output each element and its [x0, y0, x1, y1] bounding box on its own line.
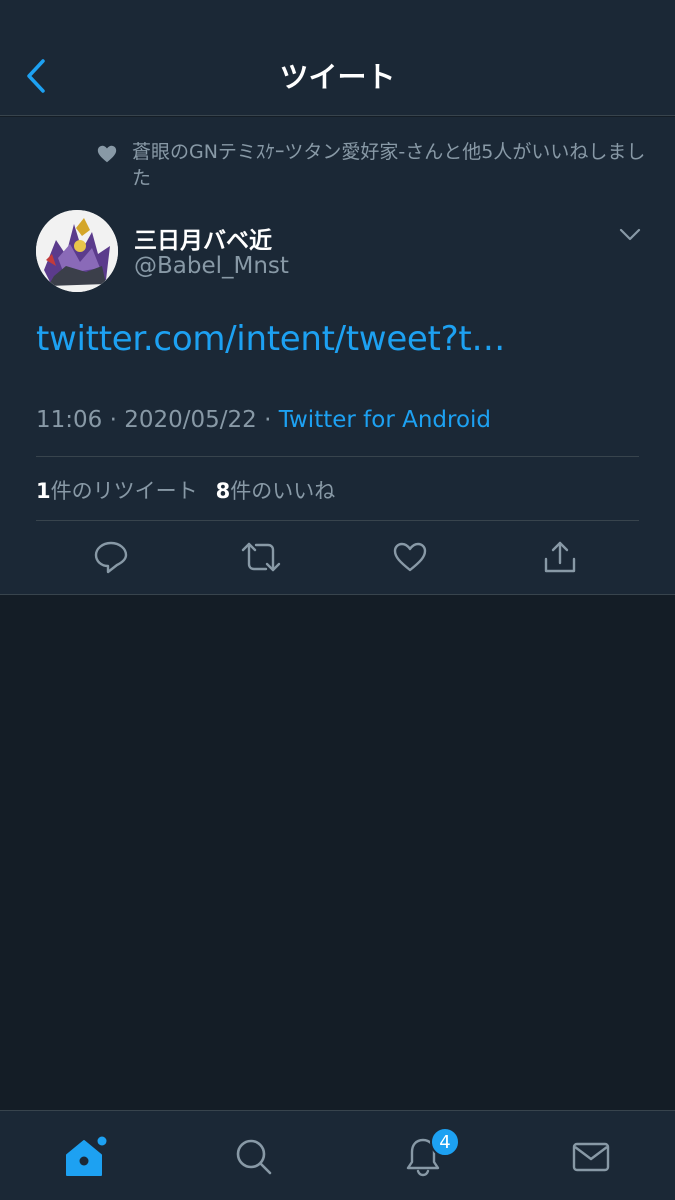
- home-icon: [66, 1136, 107, 1176]
- bottom-tab-bar: 4: [0, 1110, 675, 1200]
- tab-home[interactable]: [55, 1129, 115, 1185]
- social-context-text: 蒼眼のGNテミｽｹｰツタン愛好家-さんと他5人がいいねしました: [132, 141, 646, 189]
- search-icon: [236, 1139, 272, 1175]
- tweet-options-button[interactable]: [616, 223, 644, 247]
- page-title: ツイート: [279, 60, 396, 94]
- avatar[interactable]: [36, 210, 118, 292]
- tab-messages[interactable]: [561, 1129, 621, 1185]
- retweet-icon: [241, 542, 281, 572]
- divider: [36, 456, 639, 457]
- tweet-metadata: 11:06 · 2020/05/22 · Twitter for Android: [36, 407, 491, 433]
- meta-separator: ·: [109, 407, 117, 433]
- retweet-stat[interactable]: 1件のリツイート: [36, 479, 198, 503]
- reply-button[interactable]: [89, 535, 133, 579]
- display-name[interactable]: 三日月バベ近: [134, 221, 272, 255]
- chevron-down-icon: [619, 228, 641, 241]
- avatar-image: [36, 210, 118, 292]
- tweet-link[interactable]: twitter.com/intent/tweet?t…: [36, 319, 505, 359]
- tweet-date: 2020/05/22: [124, 407, 257, 433]
- tweet-source[interactable]: Twitter for Android: [279, 407, 491, 433]
- like-icon: [393, 542, 427, 572]
- reply-icon: [94, 541, 128, 574]
- heart-icon: [97, 145, 117, 163]
- messages-icon: [572, 1142, 610, 1172]
- share-button[interactable]: [538, 535, 582, 579]
- retweet-button[interactable]: [239, 535, 283, 579]
- tweet-time: 11:06: [36, 407, 103, 433]
- tweet-detail: 蒼眼のGNテミｽｹｰツタン愛好家-さんと他5人がいいねしました 三日月バベ近 @…: [0, 117, 675, 595]
- like-button[interactable]: [388, 535, 432, 579]
- engagement-stats: 1件のリツイート 8件のいいね: [36, 475, 335, 505]
- share-icon: [544, 541, 576, 573]
- tab-search[interactable]: [224, 1129, 284, 1185]
- user-handle[interactable]: @Babel_Mnst: [134, 253, 289, 279]
- divider: [36, 520, 639, 521]
- notification-badge: 4: [430, 1127, 460, 1157]
- tweet-actions: [0, 535, 675, 579]
- top-navigation-bar: ツイート: [0, 0, 675, 116]
- meta-separator: ·: [264, 407, 272, 433]
- social-context: 蒼眼のGNテミｽｹｰツタン愛好家-さんと他5人がいいねしました: [96, 139, 656, 191]
- like-stat[interactable]: 8件のいいね: [216, 479, 336, 503]
